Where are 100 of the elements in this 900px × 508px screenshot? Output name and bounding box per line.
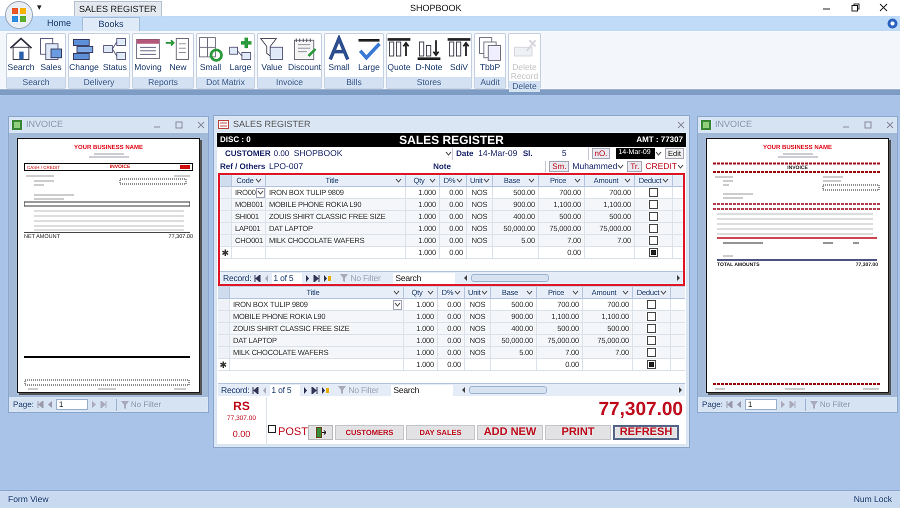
record-position-field[interactable]: 1 of 5 [272,272,302,284]
form-button[interactable]: Tr. [627,161,642,172]
ribbon-button[interactable]: Value [258,35,286,77]
view-mode-label: Form View [8,493,48,506]
funnel-icon [340,274,348,282]
ribbon-group-label: Delivery [69,77,129,88]
page-number-field[interactable]: 1 [744,399,777,410]
scroll-right-icon[interactable] [678,387,682,393]
search-field[interactable]: Search [393,272,456,284]
form-icon [218,120,229,129]
funnel-icon [120,400,129,409]
search-field[interactable]: Search [391,384,454,396]
action-button[interactable]: PRINT [545,425,611,440]
deduct-checkbox[interactable] [647,360,656,369]
transaction-type-combo[interactable]: CREDIT [645,160,684,173]
exit-button[interactable] [308,425,333,440]
first-record-icon[interactable] [254,274,262,282]
ribbon-button[interactable]: SdiV [445,35,473,77]
ribbon-button[interactable]: D-Note [415,35,443,77]
salesman-combo[interactable]: Muhammed [572,160,624,173]
deduct-checkbox[interactable] [647,336,656,345]
funnel-icon [338,386,346,394]
ribbon-button[interactable]: Change [69,35,99,77]
post-checkbox[interactable] [268,425,276,433]
grand-total: 77,307.00 [598,398,683,422]
ribbon-button[interactable]: Search [7,35,35,77]
ribbon-group-label: Invoice [258,77,321,88]
page-number-field[interactable]: 1 [56,399,88,410]
ribbon-button[interactable]: Small [196,35,224,77]
scroll-left-icon[interactable] [464,275,468,281]
action-button[interactable]: REFRESH [613,425,679,440]
ribbon-button[interactable]: Discount [288,35,322,77]
deduct-checkbox[interactable] [647,348,656,357]
balance-value: 0.00 [232,428,250,441]
discount-label: DISC : 0 [220,134,252,146]
amount-label: AMT : 77307 [635,134,683,146]
last-record-icon[interactable] [313,274,320,282]
last-record-icon[interactable] [311,386,318,394]
reference-field[interactable]: LPO-007 [269,160,430,173]
new-record-icon[interactable] [321,386,330,394]
scrollbar-thumb[interactable] [471,274,550,282]
funnel-icon [810,400,818,409]
ribbon-button[interactable]: Large [355,35,383,77]
door-exit-icon [316,427,326,438]
deduct-checkbox[interactable] [649,236,658,245]
ribbon-group-label: Audit [475,77,505,88]
deduct-checkbox[interactable] [647,300,656,309]
scrollbar-thumb[interactable] [469,386,548,394]
page-label: Page: [13,398,34,411]
scroll-right-icon[interactable] [676,275,680,281]
quick-access-menu[interactable]: ▾ [37,1,42,14]
first-record-icon[interactable] [252,386,260,394]
ribbon-button[interactable]: Large [226,35,254,77]
customer-combo[interactable]: SHOPBOOK [294,148,454,160]
ribbon-tab[interactable]: Home [38,17,80,31]
record-position-field[interactable]: 1 of 5 [270,384,300,396]
scroll-left-icon[interactable] [462,387,466,393]
ribbon-button[interactable]: Sales [37,35,65,77]
register-heading: SALES REGISTER [399,132,504,149]
deduct-checkbox[interactable] [649,188,658,197]
deduct-checkbox[interactable] [647,324,656,333]
ribbon-button[interactable]: Status [100,35,129,77]
next-record-icon[interactable] [303,386,308,394]
office-button[interactable] [5,1,33,29]
form-icon [12,120,22,130]
next-record-icon[interactable] [305,274,310,282]
ribbon-group-label: Dot Matrix [197,77,254,88]
post-label: POST [278,425,306,440]
deduct-checkbox[interactable] [647,312,656,321]
form-icon [701,120,711,130]
record-label: Record: [223,272,252,284]
deduct-checkbox[interactable] [649,212,658,221]
serial-label: Sl. [522,148,534,160]
form-button[interactable]: Sm. [549,161,570,172]
restore-icon[interactable] [851,3,860,12]
form-button[interactable]: nO. [592,148,610,159]
date-field[interactable]: 14-Mar-09 [478,147,520,160]
new-record-icon[interactable] [323,274,332,282]
customer-label: CUSTOMER [225,148,271,160]
serial-field[interactable]: 5 [541,147,588,160]
maximize-icon[interactable] [175,121,183,130]
ribbon-button[interactable]: Quote [385,35,413,77]
help-icon[interactable] [887,18,898,29]
deduct-checkbox[interactable] [649,200,658,209]
maximize-icon[interactable] [864,121,872,130]
ribbon-button[interactable]: Moving [134,35,162,77]
window-title: INVOICE [715,118,752,132]
window-title: INVOICE [26,118,64,132]
ribbon-button[interactable]: New [164,35,192,77]
close-icon[interactable] [879,3,888,12]
deduct-checkbox[interactable] [649,248,658,257]
ribbon-button[interactable]: Small [325,35,353,77]
action-button[interactable]: ADD NEW [477,425,543,440]
reference-label: Ref / Others [220,160,266,172]
ribbon-button[interactable]: TbbP [476,35,504,77]
contextual-tab-label: SALES REGISTER [74,1,162,16]
window-title: SHOPBOOK [410,2,462,15]
deduct-checkbox[interactable] [649,224,658,233]
ribbon-tab[interactable]: Books [82,17,140,31]
window-title: SALES REGISTER [233,118,311,131]
